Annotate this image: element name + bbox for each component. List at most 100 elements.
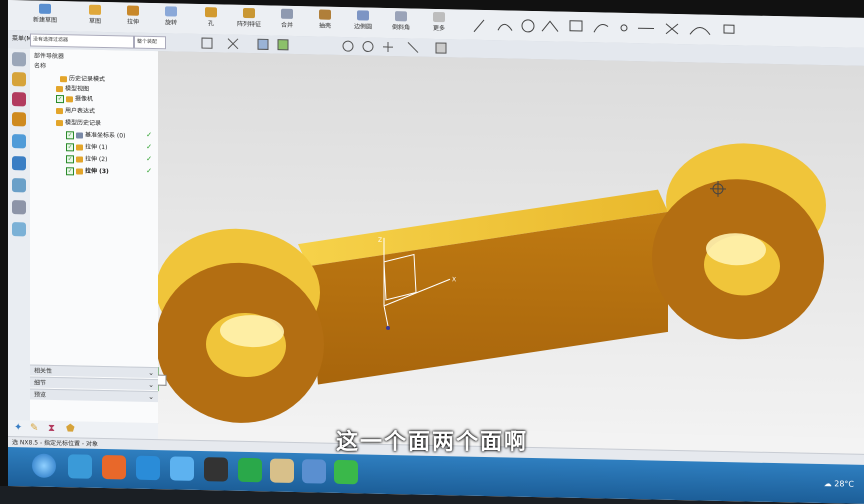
pattern-icon bbox=[243, 8, 255, 18]
select-icon bbox=[202, 38, 212, 48]
expressions-icon bbox=[56, 108, 63, 114]
tree-node[interactable]: 模型视图 bbox=[56, 83, 89, 93]
profile-tool-icon bbox=[542, 21, 558, 31]
snap-center-icon bbox=[343, 41, 353, 51]
hole-icon bbox=[205, 7, 217, 17]
deselect-icon bbox=[228, 39, 238, 49]
ribbon-button-sketch[interactable]: 草图 bbox=[78, 3, 112, 30]
extrude-feature-icon bbox=[76, 156, 83, 162]
snap-grid-icon bbox=[436, 43, 446, 53]
snap-tangent-icon bbox=[363, 41, 373, 51]
ribbon-button-new-sketch[interactable]: 新建草图 bbox=[28, 2, 62, 29]
snap-point-icon bbox=[383, 42, 393, 52]
system-tray[interactable]: ☁ 28°C bbox=[824, 479, 854, 489]
part-navigator: 部件导航器 名称 历史记录模式 模型视图 ✓摄像机 用户表达式 模型历史记录 ✓… bbox=[30, 48, 159, 423]
browser-icon[interactable] bbox=[68, 454, 92, 479]
gear-icon[interactable] bbox=[12, 52, 26, 66]
video-icon[interactable] bbox=[204, 457, 228, 482]
model-history-icon bbox=[56, 120, 63, 126]
roles-icon[interactable] bbox=[12, 222, 26, 236]
media-player-icon[interactable] bbox=[102, 455, 126, 480]
ribbon-button-pattern[interactable]: 阵列特征 bbox=[232, 7, 266, 34]
tree-node[interactable]: ✓摄像机 bbox=[56, 93, 93, 103]
chevron-down-icon: ⌄ bbox=[148, 380, 154, 391]
status-check-icon: ✓ bbox=[146, 155, 152, 163]
chat-icon[interactable] bbox=[238, 458, 262, 483]
datum-csys-icon bbox=[76, 132, 83, 138]
curve-tools-strip[interactable] bbox=[468, 14, 858, 44]
view-cube-icon bbox=[258, 39, 268, 49]
ribbon-button-chamfer[interactable]: 倒斜角 bbox=[384, 10, 418, 37]
player-icon[interactable] bbox=[334, 460, 358, 485]
reuse-library-icon[interactable] bbox=[12, 134, 26, 148]
web-browser-icon[interactable] bbox=[12, 156, 26, 170]
nx-app-icon[interactable] bbox=[302, 459, 326, 484]
assembly-navigator-icon[interactable] bbox=[12, 72, 26, 86]
part-navigator-icon[interactable] bbox=[12, 112, 26, 126]
start-button-icon[interactable] bbox=[32, 454, 56, 479]
history-mode-icon bbox=[60, 76, 67, 82]
axis-z-label: Z bbox=[378, 237, 382, 244]
extrude-feature-icon bbox=[76, 144, 83, 150]
ribbon-button-extrude[interactable]: 拉伸 bbox=[116, 4, 150, 31]
checkbox[interactable]: ✓ bbox=[56, 95, 64, 103]
checkbox[interactable]: ✓ bbox=[66, 143, 74, 151]
tree-node[interactable]: ✓基准坐标系 (0) bbox=[66, 129, 125, 140]
shell-icon bbox=[319, 10, 331, 20]
circle-tool-icon bbox=[522, 20, 534, 32]
ribbon-button-edge-blend[interactable]: 边倒圆 bbox=[346, 9, 380, 36]
navigator-title: 部件导航器 bbox=[34, 51, 64, 61]
pencil-icon bbox=[89, 5, 101, 15]
system-materials-icon[interactable] bbox=[12, 200, 26, 214]
tree-node[interactable]: 模型历史记录 bbox=[56, 117, 101, 127]
unite-icon bbox=[281, 9, 293, 19]
ribbon-button-unite[interactable]: 合并 bbox=[270, 7, 304, 34]
line-tool-icon bbox=[474, 20, 484, 32]
ribbon-button-shell[interactable]: 抽壳 bbox=[308, 8, 342, 35]
tree-node[interactable]: ✓拉伸 (2) bbox=[66, 153, 107, 163]
graphics-viewport[interactable]: Z X bbox=[158, 51, 864, 438]
selection-filter-dropdown[interactable]: 没有选择过滤器 bbox=[30, 33, 134, 48]
blend-icon bbox=[357, 10, 369, 20]
camera-icon bbox=[66, 96, 73, 102]
folder-icon[interactable] bbox=[270, 458, 294, 483]
point-tool-icon bbox=[621, 25, 627, 31]
section-preview[interactable]: 预览⌄ bbox=[30, 388, 158, 402]
constraint-navigator-icon[interactable] bbox=[12, 92, 26, 106]
status-check-icon: ✓ bbox=[146, 167, 152, 175]
tree-node[interactable]: ✓拉伸 (1) bbox=[66, 141, 107, 151]
search-app-icon[interactable] bbox=[170, 456, 194, 481]
chevron-down-icon: ⌄ bbox=[148, 392, 154, 403]
trim-tool-icon bbox=[666, 24, 678, 34]
connecting-rod-model[interactable]: Z X bbox=[158, 51, 864, 438]
chamfer-icon bbox=[395, 11, 407, 21]
shaded-icon bbox=[278, 40, 288, 50]
history-icon[interactable] bbox=[12, 178, 26, 192]
sketch-icon bbox=[39, 4, 51, 14]
ie-icon[interactable] bbox=[136, 456, 160, 481]
checkbox[interactable]: ✓ bbox=[66, 155, 74, 163]
checkbox[interactable]: ✓ bbox=[66, 131, 74, 139]
more-icon bbox=[433, 12, 445, 22]
video-subtitle: 这一个面两个面啊 bbox=[0, 424, 864, 456]
model-views-icon bbox=[56, 86, 63, 92]
tree-node[interactable]: ✓拉伸 (3) bbox=[66, 165, 109, 175]
rectangle-tool-icon bbox=[570, 21, 582, 31]
extrude-feature-icon bbox=[76, 168, 83, 174]
weather-icon: ☁ bbox=[824, 479, 835, 488]
spline-tool-icon bbox=[594, 24, 608, 32]
column-header-name[interactable]: 名称 bbox=[34, 61, 46, 70]
pattern-curve-icon bbox=[724, 25, 734, 33]
revolve-icon bbox=[165, 6, 177, 16]
arc-tool-icon bbox=[498, 24, 512, 30]
checkbox[interactable]: ✓ bbox=[66, 167, 74, 175]
selection-scope-dropdown[interactable]: 整个装配 bbox=[134, 36, 166, 50]
tree-node[interactable]: 历史记录模式 bbox=[60, 73, 105, 83]
resource-bar bbox=[8, 48, 31, 428]
ribbon-button-revolve[interactable]: 旋转 bbox=[154, 5, 188, 32]
snap-end-icon bbox=[408, 42, 418, 52]
ribbon-button-hole[interactable]: 孔 bbox=[194, 6, 228, 33]
tree-node[interactable]: 用户表达式 bbox=[56, 105, 95, 115]
ribbon-button-more[interactable]: 更多 bbox=[422, 11, 456, 38]
chevron-down-icon: ⌄ bbox=[148, 368, 154, 379]
